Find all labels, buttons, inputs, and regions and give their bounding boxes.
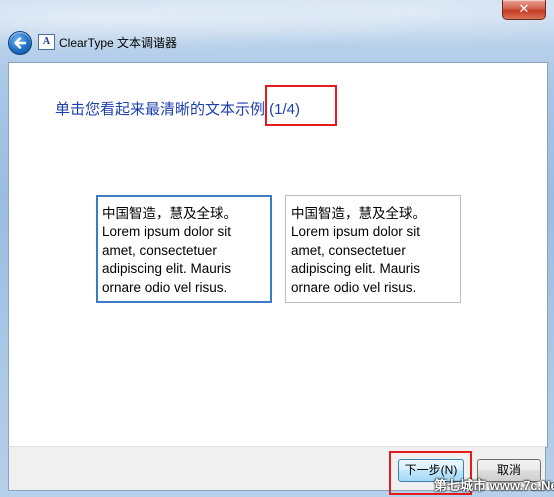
watermark: 第七城市 www.7c.Net: [434, 478, 554, 493]
arrow-left-icon: [14, 37, 27, 49]
page-heading: 单击您看起来最清晰的文本示例 (1/4): [55, 101, 301, 118]
step-highlight-box: [265, 85, 337, 126]
sample-line: Lorem ipsum dolor sit: [102, 224, 232, 240]
close-button[interactable]: ✕: [502, 0, 546, 20]
sample-line: adipiscing elit. Mauris: [102, 261, 232, 277]
sample-line: 中国智造，慧及全球。: [102, 206, 237, 221]
text-sample-option-2[interactable]: 中国智造，慧及全球。 Lorem ipsum dolor sit amet, c…: [285, 195, 461, 303]
sample-line: amet, consectetuer: [291, 242, 406, 258]
cleartype-app-icon: A: [38, 34, 55, 50]
sample-line: amet, consectetuer: [102, 242, 217, 258]
text-sample-option-1[interactable]: 中国智造，慧及全球。 Lorem ipsum dolor sit amet, c…: [96, 195, 272, 303]
sample-line: Lorem ipsum dolor sit: [291, 224, 421, 240]
back-button[interactable]: [8, 31, 32, 55]
sample-line: adipiscing elit. Mauris: [291, 261, 421, 277]
window-title: ClearType 文本调谐器: [59, 36, 178, 50]
sample-line: ornare odio vel risus.: [291, 279, 417, 295]
sample-line: 中国智造，慧及全球。: [291, 206, 426, 221]
sample-line: ornare odio vel risus.: [102, 279, 228, 295]
